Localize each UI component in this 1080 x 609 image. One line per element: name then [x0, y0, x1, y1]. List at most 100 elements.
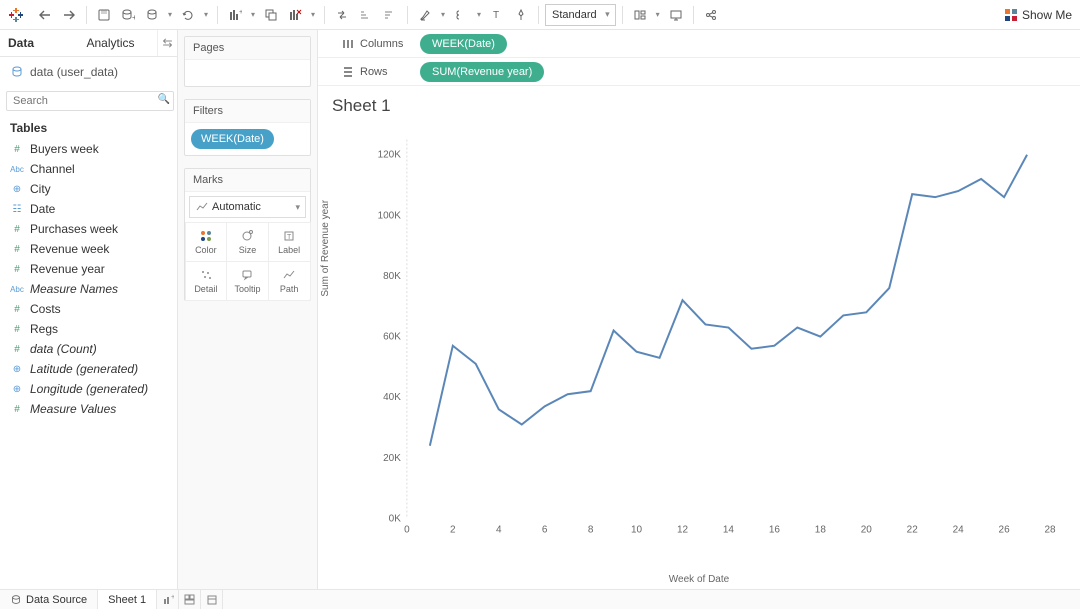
field-label: Regs: [30, 322, 58, 336]
pages-shelf[interactable]: Pages: [184, 36, 311, 87]
field-item[interactable]: #Measure Values: [0, 399, 177, 419]
sort-asc-button[interactable]: [355, 4, 377, 26]
collapse-pane-icon[interactable]: ⇆: [157, 30, 177, 56]
mark-path[interactable]: Path: [268, 261, 311, 301]
field-item[interactable]: ⊕City: [0, 179, 177, 199]
field-item[interactable]: #data (Count): [0, 339, 177, 359]
field-item[interactable]: AbcChannel: [0, 159, 177, 179]
clear-button[interactable]: [284, 4, 306, 26]
sort-desc-button[interactable]: [379, 4, 401, 26]
show-cards-button[interactable]: [629, 4, 651, 26]
new-dashboard-button[interactable]: [179, 590, 201, 609]
datasource-icon: [10, 594, 22, 606]
field-label: Date: [30, 202, 55, 216]
dropdown-caret[interactable]: ▾: [248, 10, 258, 19]
columns-pill[interactable]: WEEK(Date): [420, 34, 507, 54]
marks-grid: ColorSizeTLabel Detail Tooltip Path: [185, 222, 310, 300]
rows-icon: [342, 66, 354, 78]
separator: [324, 6, 325, 24]
tables-header: Tables: [0, 115, 177, 139]
data-source-label: Data Source: [26, 594, 87, 606]
svg-text:40K: 40K: [383, 392, 401, 403]
filters-shelf[interactable]: Filters WEEK(Date): [184, 99, 311, 156]
new-datasource-button[interactable]: +: [117, 4, 139, 26]
workspace: Columns WEEK(Date) Rows SUM(Revenue year…: [318, 30, 1080, 589]
tableau-logo-icon: [8, 7, 24, 23]
fields-list: #Buyers weekAbcChannel⊕City☷Date#Purchas…: [0, 139, 177, 427]
show-labels-button[interactable]: T: [486, 4, 508, 26]
field-item[interactable]: ⊕Latitude (generated): [0, 359, 177, 379]
field-label: City: [30, 182, 51, 196]
new-sheet-button[interactable]: +: [157, 590, 179, 609]
columns-icon: [342, 38, 354, 50]
fit-selector[interactable]: Standard: [545, 4, 616, 26]
presentation-button[interactable]: [665, 4, 687, 26]
field-label: Longitude (generated): [30, 382, 148, 396]
svg-text:+: +: [171, 594, 174, 601]
tab-data[interactable]: Data: [0, 30, 79, 56]
marks-type-label: Automatic: [212, 201, 261, 213]
columns-shelf[interactable]: Columns WEEK(Date): [318, 30, 1080, 58]
field-item[interactable]: #Costs: [0, 299, 177, 319]
field-item[interactable]: #Buyers week: [0, 139, 177, 159]
search-input[interactable]: [6, 91, 174, 111]
swap-button[interactable]: [331, 4, 353, 26]
dropdown-caret[interactable]: ▾: [474, 10, 484, 19]
group-button[interactable]: [450, 4, 472, 26]
field-item[interactable]: #Revenue week: [0, 239, 177, 259]
duplicate-button[interactable]: [260, 4, 282, 26]
new-worksheet-button[interactable]: +: [224, 4, 246, 26]
new-story-button[interactable]: [201, 590, 223, 609]
show-me-button[interactable]: Show Me: [1004, 8, 1072, 22]
mark-label[interactable]: TLabel: [268, 222, 311, 262]
svg-text:T: T: [493, 10, 499, 21]
svg-text:100K: 100K: [378, 210, 402, 221]
mark-cell-label: Path: [280, 284, 299, 294]
filters-header: Filters: [185, 100, 310, 123]
tab-analytics[interactable]: Analytics: [79, 30, 158, 56]
mark-cell-label: Detail: [194, 284, 217, 294]
pause-updates-button[interactable]: [141, 4, 163, 26]
dropdown-caret[interactable]: ▾: [201, 10, 211, 19]
separator: [693, 6, 694, 24]
mark-detail[interactable]: Detail: [185, 261, 228, 301]
undo-button[interactable]: [34, 4, 56, 26]
sheet-tab[interactable]: Sheet 1: [98, 590, 157, 609]
field-item[interactable]: #Regs: [0, 319, 177, 339]
field-label: data (Count): [30, 342, 97, 356]
field-item[interactable]: AbcMeasure Names: [0, 279, 177, 299]
save-button[interactable]: [93, 4, 115, 26]
svg-text:28: 28: [1044, 524, 1056, 535]
field-item[interactable]: ☷Date: [0, 199, 177, 219]
mark-cell-label: Tooltip: [234, 284, 260, 294]
dropdown-caret[interactable]: ▾: [165, 10, 175, 19]
rows-shelf[interactable]: Rows SUM(Revenue year): [318, 58, 1080, 86]
mark-tooltip[interactable]: Tooltip: [226, 261, 269, 301]
refresh-button[interactable]: [177, 4, 199, 26]
dropdown-caret[interactable]: ▾: [653, 10, 663, 19]
chart-area[interactable]: Sum of Revenue year 0K20K40K60K80K100K12…: [318, 116, 1080, 574]
filter-pill-week[interactable]: WEEK(Date): [191, 129, 274, 149]
rows-pill[interactable]: SUM(Revenue year): [420, 62, 544, 82]
svg-text:2: 2: [450, 524, 456, 535]
datasource-label: data (user_data): [30, 65, 118, 79]
field-item[interactable]: ⊕Longitude (generated): [0, 379, 177, 399]
field-item[interactable]: #Purchases week: [0, 219, 177, 239]
sheet-title[interactable]: Sheet 1: [318, 86, 1080, 116]
svg-text:8: 8: [588, 524, 594, 535]
mark-size[interactable]: Size: [226, 222, 269, 262]
highlight-button[interactable]: [414, 4, 436, 26]
dropdown-caret[interactable]: ▾: [438, 10, 448, 19]
sheet-tab-label: Sheet 1: [108, 594, 146, 606]
separator: [217, 6, 218, 24]
marks-type-selector[interactable]: Automatic: [189, 196, 306, 218]
field-item[interactable]: #Revenue year: [0, 259, 177, 279]
dropdown-caret[interactable]: ▾: [308, 10, 318, 19]
data-source-tab[interactable]: Data Source: [0, 590, 98, 609]
share-button[interactable]: [700, 4, 722, 26]
datasource-item[interactable]: data (user_data): [0, 57, 177, 87]
mark-color[interactable]: Color: [185, 222, 228, 262]
field-label: Revenue year: [30, 262, 105, 276]
redo-button[interactable]: [58, 4, 80, 26]
pin-button[interactable]: [510, 4, 532, 26]
